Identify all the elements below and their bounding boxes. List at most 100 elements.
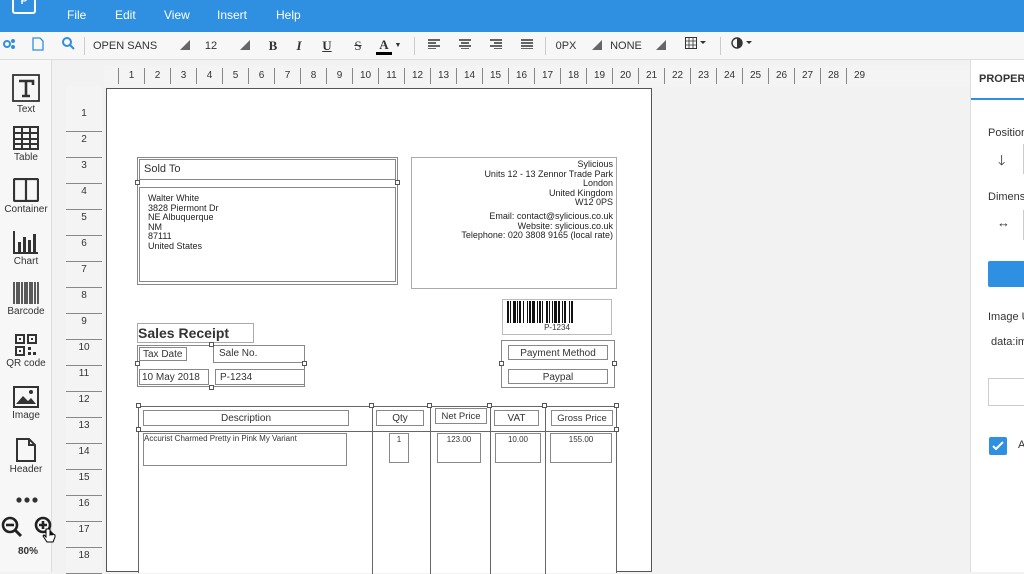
resize-handle[interactable] xyxy=(427,403,432,408)
width-arrows-icon[interactable]: ↔ xyxy=(997,215,1010,230)
resize-handle[interactable] xyxy=(136,427,141,432)
align-right-icon[interactable] xyxy=(489,37,503,55)
align-left-icon[interactable] xyxy=(427,37,441,55)
menu-edit[interactable]: Edit xyxy=(115,8,136,22)
table-header-gross-price[interactable]: Gross Price xyxy=(551,410,613,426)
resize-handle[interactable] xyxy=(612,361,617,366)
ruler-mark: 10 xyxy=(66,340,102,366)
tax-date-value-box[interactable]: 10 May 2018 xyxy=(139,369,209,385)
title-box[interactable]: Sales Receipt xyxy=(137,323,254,343)
table-cell-description[interactable]: Accurist Charmed Pretty in Pink My Varia… xyxy=(143,433,347,466)
ruler-mark: 5 xyxy=(66,210,102,236)
properties-panel: PROPERT Position 🡓 Dimens ↔ Image U data… xyxy=(970,60,1024,572)
resize-handle[interactable] xyxy=(395,180,400,185)
borders-icon[interactable] xyxy=(684,37,708,55)
chart-tool[interactable]: Chart xyxy=(0,222,52,272)
payment-method-label-box[interactable]: Payment Method xyxy=(508,345,608,360)
resize-handle[interactable] xyxy=(209,342,214,347)
resize-handle[interactable] xyxy=(136,403,141,408)
menu-help[interactable]: Help xyxy=(276,8,301,22)
resize-handle[interactable] xyxy=(614,427,619,432)
font-family-dropdown-icon[interactable] xyxy=(180,40,190,50)
image-preview-button[interactable] xyxy=(988,378,1024,406)
app-logo-icon[interactable]: P xyxy=(12,0,36,14)
resize-handle[interactable] xyxy=(487,403,492,408)
border-style-select[interactable]: NONE xyxy=(610,37,642,55)
payment-method-value-box[interactable]: Paypal xyxy=(508,369,608,384)
table-header-qty[interactable]: Qty xyxy=(376,410,424,426)
menubar: P File Edit View Insert Help xyxy=(0,0,1024,32)
more-icon[interactable] xyxy=(16,490,38,503)
text-color-button[interactable]: A xyxy=(376,37,392,55)
image-tool[interactable]: Image xyxy=(0,378,52,428)
resize-handle[interactable] xyxy=(499,361,504,366)
search-icon[interactable] xyxy=(61,37,75,55)
border-style-dropdown-icon[interactable] xyxy=(656,40,666,50)
zoom-out-icon[interactable] xyxy=(1,516,23,543)
table-cell-gross-price[interactable]: 155.00 xyxy=(550,433,612,463)
ruler-mark: 25 xyxy=(742,68,768,84)
table-header-vat[interactable]: VAT xyxy=(494,410,539,426)
strikethrough-button[interactable]: S xyxy=(351,37,365,55)
checkbox[interactable] xyxy=(989,437,1007,455)
payment-method-value: Paypal xyxy=(542,372,574,383)
table-cell-qty[interactable]: 1 xyxy=(389,433,409,463)
new-page-icon[interactable] xyxy=(31,37,45,55)
text-color-dropdown-icon[interactable]: ▼ xyxy=(394,37,402,55)
ruler-mark: 11 xyxy=(66,366,102,392)
resize-handle[interactable] xyxy=(209,385,214,390)
arrow-down-icon[interactable]: 🡓 xyxy=(998,150,1005,174)
ruler-mark: 12 xyxy=(404,68,430,84)
resize-handle[interactable] xyxy=(135,361,140,366)
text-tool[interactable]: Text xyxy=(0,66,52,116)
payment-method-label: Payment Method xyxy=(520,348,596,359)
company-info-box[interactable]: Sylicious Units 12 - 13 Zennor Trade Par… xyxy=(411,157,617,289)
sale-no-value-box[interactable]: P-1234 xyxy=(215,369,305,385)
contrast-icon[interactable] xyxy=(730,37,754,55)
table-tool[interactable]: Table xyxy=(0,118,52,168)
upload-image-button[interactable] xyxy=(988,261,1024,287)
border-width-dropdown-icon[interactable] xyxy=(592,40,602,50)
table-cell-net-price[interactable]: 123.00 xyxy=(437,433,481,463)
font-size-select[interactable]: 12 xyxy=(204,37,218,55)
sale-no-label: Sale No. xyxy=(219,348,258,359)
image-url-input[interactable]: data:im xyxy=(991,336,1024,348)
container-icon xyxy=(13,178,39,202)
menu-view[interactable]: View xyxy=(164,8,190,22)
font-family-select[interactable]: OPEN SANS xyxy=(93,37,163,55)
resize-handle[interactable] xyxy=(302,361,307,366)
align-justify-icon[interactable] xyxy=(520,37,534,55)
chart-icon xyxy=(13,231,38,254)
italic-button[interactable]: I xyxy=(292,37,306,55)
underline-button[interactable]: U xyxy=(320,37,334,55)
menu-insert[interactable]: Insert xyxy=(217,8,247,22)
border-width-select[interactable]: 0PX xyxy=(554,37,578,55)
sold-to-label-box[interactable]: Sold To xyxy=(139,159,396,180)
settings-icon[interactable] xyxy=(2,37,16,55)
dimensions-label: Dimens xyxy=(988,191,1024,203)
table-header-description[interactable]: Description xyxy=(143,410,349,426)
barcode-element[interactable]: P-1234 xyxy=(502,299,612,335)
align-center-icon[interactable] xyxy=(458,37,472,55)
properties-title: PROPERT xyxy=(979,73,1024,85)
tax-date-label-box[interactable]: Tax Date xyxy=(139,347,187,361)
table-header-net-price[interactable]: Net Price xyxy=(435,408,487,424)
items-table[interactable]: Description Qty Net Price VAT Gross Pric… xyxy=(138,406,618,574)
container-tool[interactable]: Container xyxy=(0,170,52,220)
bold-button[interactable]: B xyxy=(266,37,280,55)
resize-handle[interactable] xyxy=(135,180,140,185)
ruler-mark: 14 xyxy=(66,444,102,470)
horizontal-ruler: 1 2 3 4 5 6 7 8 9 10 11 12 13 14 15 16 17 18 19 20 21 22 23 24 2… xyxy=(104,66,970,86)
resize-handle[interactable] xyxy=(542,403,547,408)
qrcode-tool[interactable]: QR code xyxy=(0,326,52,376)
menu-file[interactable]: File xyxy=(67,8,86,22)
sale-no-label-box[interactable]: Sale No. xyxy=(213,345,305,363)
table-cell-vat[interactable]: 10.00 xyxy=(495,433,541,463)
resize-handle[interactable] xyxy=(369,403,374,408)
resize-handle[interactable] xyxy=(614,403,619,408)
customer-address-box[interactable]: Walter White 3828 Piermont Dr NE Albuque… xyxy=(139,187,396,282)
barcode-tool[interactable]: Barcode xyxy=(0,274,52,324)
font-size-dropdown-icon[interactable] xyxy=(240,40,250,50)
header-tool[interactable]: Header xyxy=(0,430,52,480)
ruler-mark: 18 xyxy=(560,68,586,84)
